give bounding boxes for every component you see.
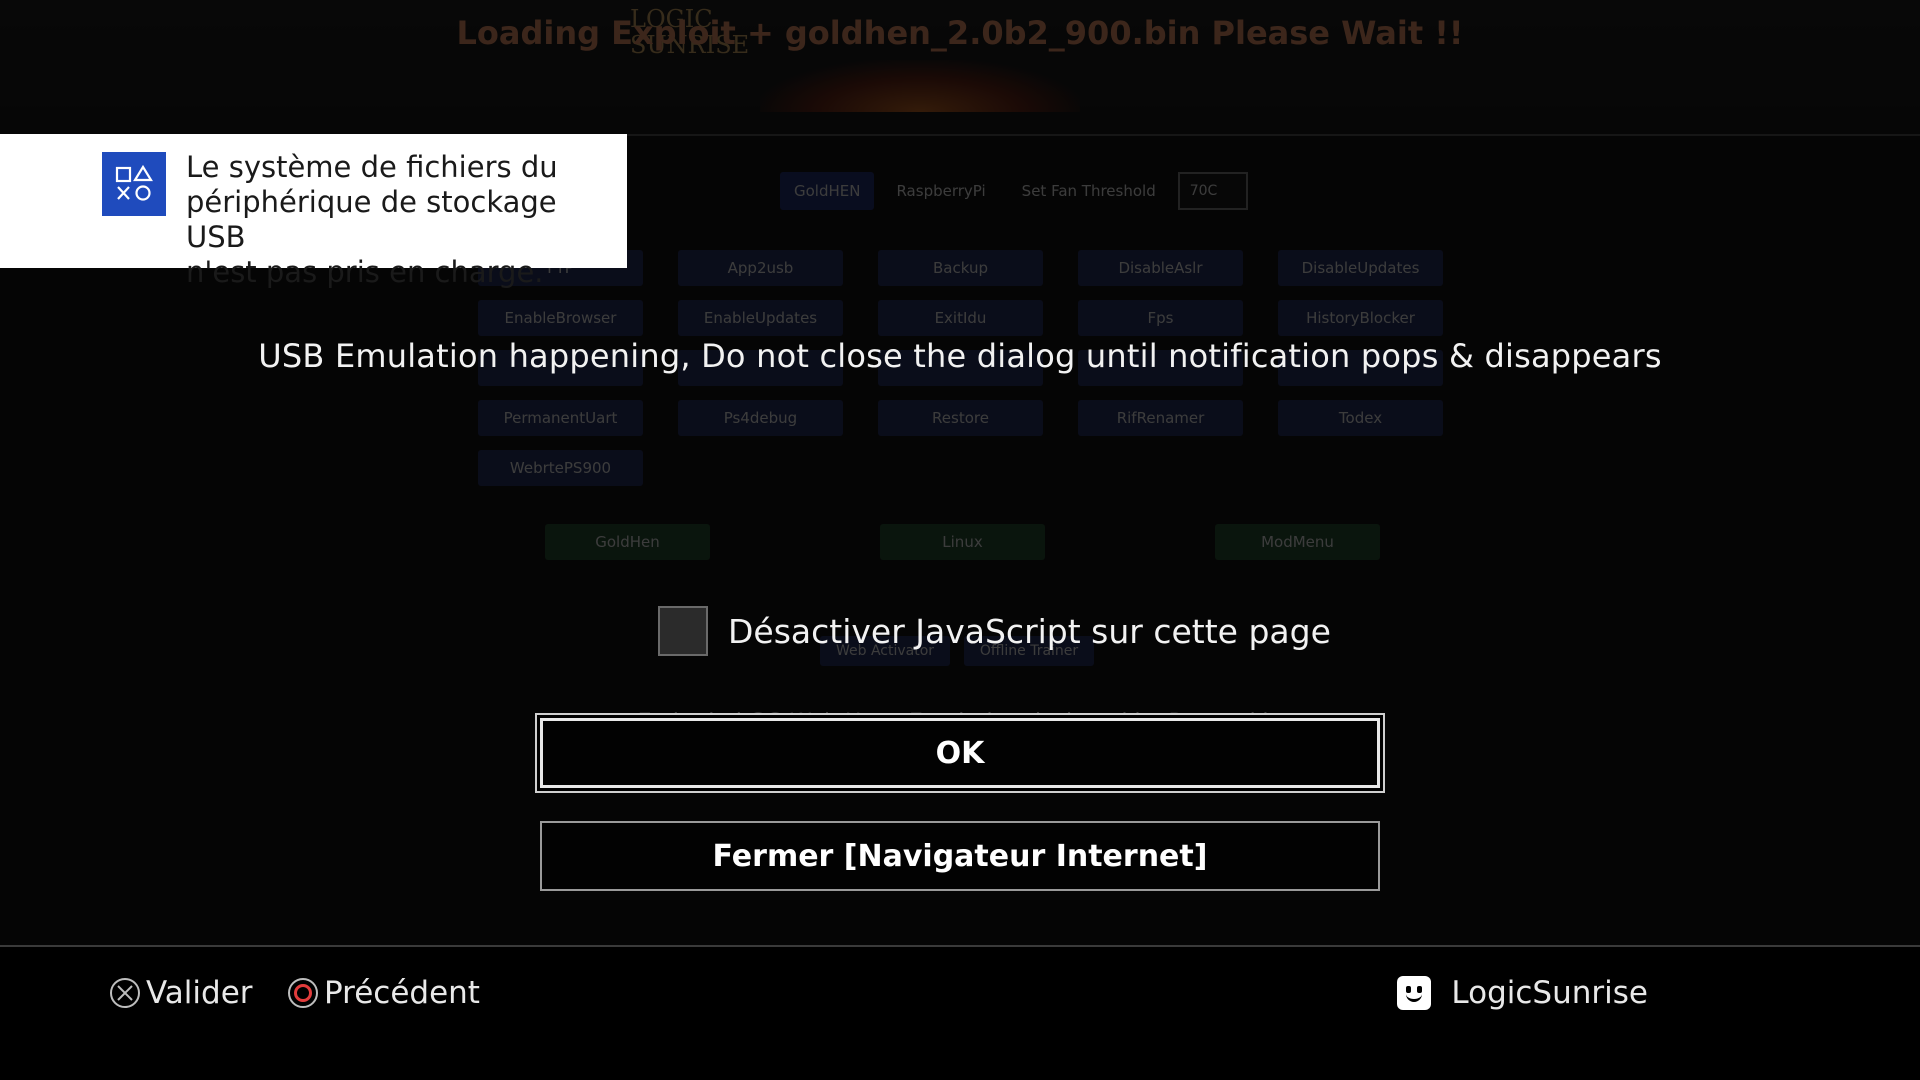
payload-button[interactable]: DisableAslr (1078, 250, 1243, 286)
disable-javascript-option[interactable]: Désactiver JavaScript sur cette page (658, 606, 1331, 656)
payload-button[interactable]: ExitIdu (878, 300, 1043, 336)
notification-text: Le système de fichiers du périphérique d… (186, 150, 606, 290)
close-browser-button[interactable]: Fermer [Navigateur Internet] (540, 821, 1380, 891)
circle-button-icon (288, 978, 318, 1008)
modmenu-button[interactable]: ModMenu (1215, 524, 1380, 560)
checkbox-label: Désactiver JavaScript sur cette page (728, 611, 1331, 651)
payload-button[interactable]: Backup (878, 250, 1043, 286)
payload-button[interactable]: HistoryBlocker (1278, 300, 1443, 336)
payload-button[interactable]: Todex (1278, 400, 1443, 436)
goldhen-button[interactable]: GoldHen (545, 524, 710, 560)
username: LogicSunrise (1451, 975, 1648, 1011)
payload-button[interactable]: Restore (878, 400, 1043, 436)
payload-button[interactable]: EnableBrowser (478, 300, 643, 336)
playstation-shapes-icon (102, 152, 166, 216)
cross-button-icon (110, 978, 140, 1008)
payload-button[interactable]: RifRenamer (1078, 400, 1243, 436)
sunrise-banner (760, 60, 1080, 112)
notification-line: n'est pas pris en charge. (186, 255, 544, 289)
tab-raspberrypi[interactable]: RaspberryPi (882, 172, 999, 210)
confirm-label: Valider (146, 975, 253, 1011)
notification-line: périphérique de stockage USB (186, 185, 557, 254)
page-tabs: GoldHEN RaspberryPi Set Fan Threshold 70… (780, 172, 1248, 210)
payload-button[interactable]: EnableUpdates (678, 300, 843, 336)
confirm-hint[interactable]: Valider (110, 975, 253, 1011)
ps4-browser-screen: LOGIC SUNRISE Loading Exploit + goldhen_… (0, 0, 1920, 1080)
ok-button[interactable]: OK (540, 718, 1380, 788)
payload-button[interactable]: Fps (1078, 300, 1243, 336)
user-profile: LogicSunrise (1397, 975, 1648, 1011)
back-hint[interactable]: Précédent (288, 975, 480, 1011)
notification-line: Le système de fichiers du (186, 150, 558, 184)
system-notification: Le système de fichiers du périphérique d… (0, 134, 627, 289)
user-avatar-icon (1397, 976, 1432, 1010)
tab-goldhen[interactable]: GoldHEN (780, 172, 875, 210)
main-payload-row: GoldHen Linux ModMenu (545, 524, 1380, 560)
tab-set-fan-threshold[interactable]: Set Fan Threshold (1008, 172, 1170, 210)
linux-button[interactable]: Linux (880, 524, 1045, 560)
page-title: Loading Exploit + goldhen_2.0b2_900.bin … (456, 14, 1464, 52)
controller-hint-bar: Valider Précédent LogicSunrise (0, 945, 1920, 1080)
payload-button[interactable]: DisableUpdates (1278, 250, 1443, 286)
fan-threshold-select[interactable]: 70C (1177, 172, 1248, 210)
payload-button[interactable]: Ps4debug (678, 400, 843, 436)
payload-button[interactable]: App2usb (678, 250, 843, 286)
payload-button[interactable]: WebrtePS900 (478, 450, 643, 486)
disable-javascript-checkbox[interactable] (658, 606, 708, 656)
back-label: Précédent (324, 975, 480, 1011)
payload-button[interactable]: PermanentUart (478, 400, 643, 436)
dialog-message: USB Emulation happening, Do not close th… (258, 337, 1662, 375)
